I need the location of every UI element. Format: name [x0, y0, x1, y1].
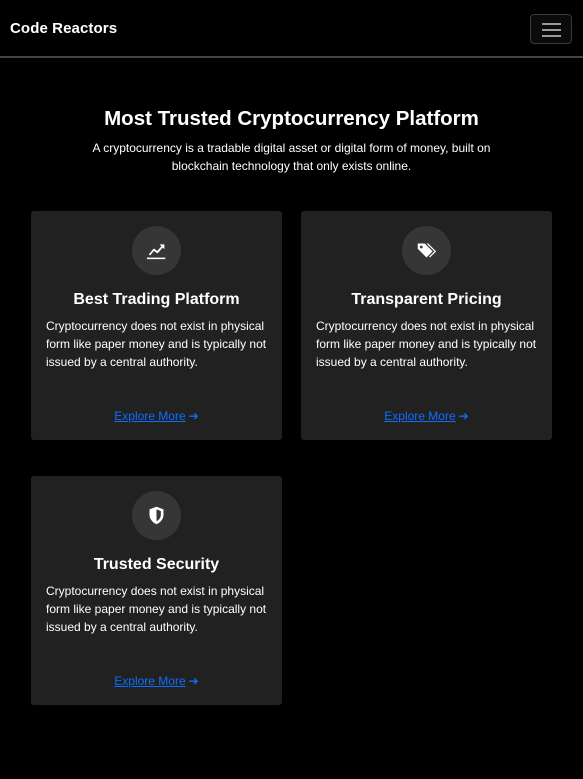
explore-more-label[interactable]: Explore More	[384, 409, 455, 423]
card-text: Cryptocurrency does not exist in physica…	[46, 319, 267, 369]
explore-more-link[interactable]: Explore More ➔	[31, 674, 282, 688]
arrow-right-icon[interactable]: ➔	[459, 409, 469, 423]
icon-circle	[132, 491, 181, 540]
card-text: Cryptocurrency does not exist in physica…	[46, 584, 267, 634]
feature-card-trading: Best Trading Platform Cryptocurrency doe…	[31, 211, 282, 440]
explore-more-link[interactable]: Explore More ➔	[301, 409, 552, 423]
hero-subtitle: A cryptocurrency is a tradable digital a…	[92, 141, 491, 173]
card-text: Cryptocurrency does not exist in physica…	[316, 319, 537, 369]
explore-more-label[interactable]: Explore More	[114, 674, 185, 688]
feature-card-pricing: Transparent Pricing Cryptocurrency does …	[301, 211, 552, 440]
navbar: Code Reactors	[0, 0, 583, 58]
hamburger-menu-icon-line	[542, 35, 561, 37]
card-title: Transparent Pricing	[351, 291, 502, 308]
feature-card-security: Trusted Security Cryptocurrency does not…	[31, 476, 282, 705]
hamburger-menu-icon-line	[542, 29, 561, 31]
explore-more-label[interactable]: Explore More	[114, 409, 185, 423]
tags-icon	[417, 243, 437, 258]
navbar-toggler-button[interactable]	[530, 14, 572, 44]
hero-title: Most Trusted Cryptocurrency Platform	[104, 107, 479, 130]
shield-icon	[149, 506, 164, 525]
card-title: Best Trading Platform	[73, 291, 240, 308]
hamburger-menu-icon	[542, 23, 561, 25]
brand-logo[interactable]: Code Reactors	[10, 20, 117, 37]
icon-circle	[132, 226, 181, 275]
icon-circle	[402, 226, 451, 275]
explore-more-link[interactable]: Explore More ➔	[31, 409, 282, 423]
arrow-right-icon[interactable]: ➔	[189, 409, 199, 423]
card-title: Trusted Security	[93, 556, 220, 573]
chart-line-icon	[146, 244, 166, 260]
arrow-right-icon[interactable]: ➔	[189, 674, 199, 688]
